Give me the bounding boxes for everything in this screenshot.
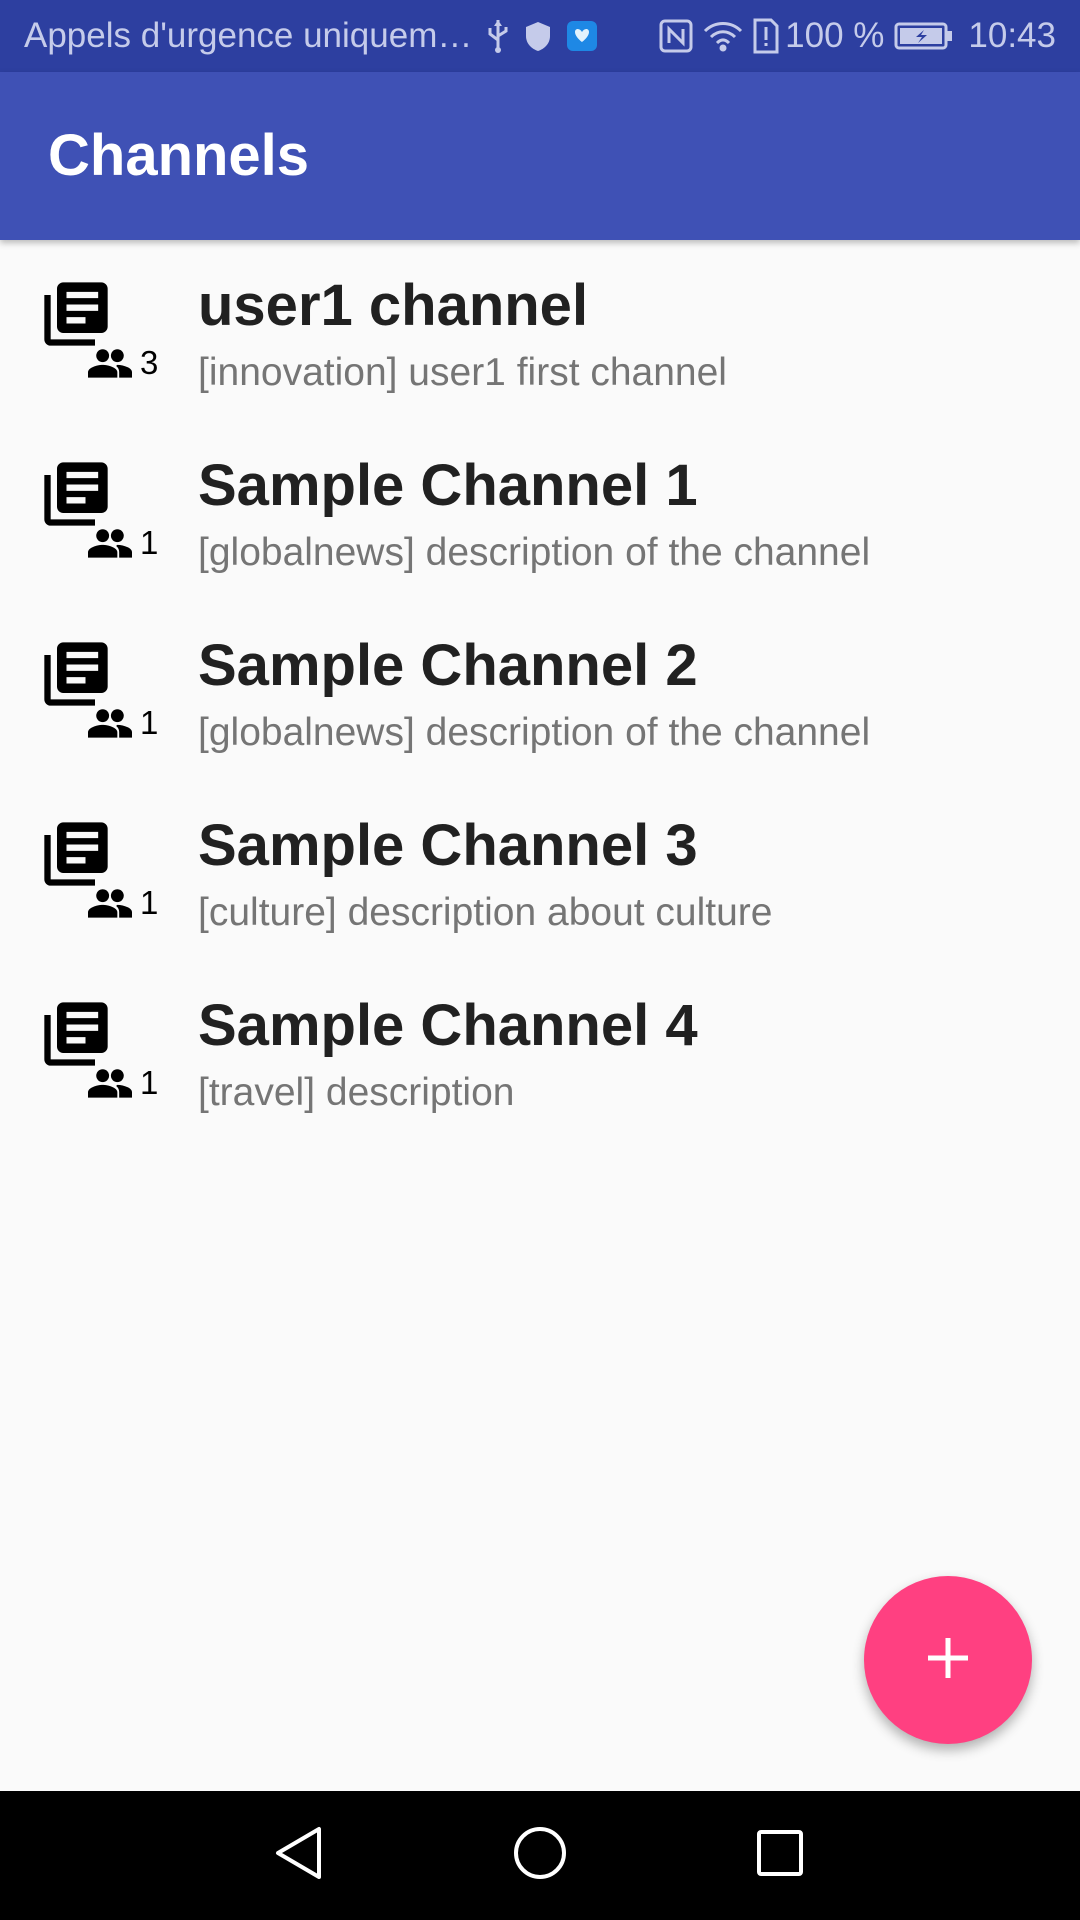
member-count-value: 3 [140, 344, 159, 381]
status-bar: Appels d'urgence uniquem… 100 % 10:43 [0, 0, 1080, 72]
channel-title: Sample Channel 4 [198, 993, 698, 1058]
people-icon [88, 528, 132, 558]
channel-list-item[interactable]: 1 Sample Channel 4 [travel] description [0, 960, 1080, 1140]
system-nav-bar [0, 1791, 1080, 1920]
status-right: 100 % 10:43 [649, 16, 1056, 56]
library-books-icon [38, 276, 114, 352]
channel-title: Sample Channel 3 [198, 813, 698, 878]
channel-list-item[interactable]: 3 user1 channel [innovation] user1 first… [0, 240, 1080, 420]
status-left: Appels d'urgence uniquem… [24, 16, 649, 56]
library-books-icon [38, 996, 114, 1072]
battery-charging-icon [894, 21, 954, 51]
library-books-icon [38, 636, 114, 712]
member-count-value: 1 [140, 704, 159, 741]
channel-title: Sample Channel 1 [198, 453, 698, 518]
page-title: Channels [48, 123, 310, 188]
member-count: 1 [88, 706, 158, 739]
library-books-icon [38, 456, 114, 532]
back-button[interactable] [229, 1791, 369, 1920]
shield-icon [524, 20, 552, 52]
channel-list-item[interactable]: 1 Sample Channel 3 [culture] description… [0, 780, 1080, 960]
sim-alert-icon [753, 18, 779, 54]
app-notification-icon [566, 20, 598, 52]
back-triangle-icon [273, 1825, 325, 1886]
clock: 10:43 [968, 16, 1056, 55]
channel-description: [globalnews] description of the channel [198, 531, 871, 574]
wifi-icon [703, 19, 743, 53]
channel-description: [travel] description [198, 1071, 515, 1114]
home-button[interactable] [470, 1791, 610, 1920]
member-count: 1 [88, 526, 158, 559]
channel-list-item[interactable]: 1 Sample Channel 1 [globalnews] descript… [0, 420, 1080, 600]
people-icon [88, 1068, 132, 1098]
library-books-icon [38, 816, 114, 892]
people-icon [88, 708, 132, 738]
nfc-icon [659, 19, 693, 53]
channel-description: [globalnews] description of the channel [198, 711, 871, 754]
usb-icon [486, 18, 510, 54]
battery-percent: 100 % [785, 16, 885, 55]
channel-title: Sample Channel 2 [198, 633, 698, 698]
channel-list-item[interactable]: 1 Sample Channel 2 [globalnews] descript… [0, 600, 1080, 780]
member-count-value: 1 [140, 524, 159, 561]
app-bar: Channels [0, 72, 1080, 240]
channel-description: [culture] description about culture [198, 891, 773, 934]
recents-button[interactable] [710, 1791, 850, 1920]
channel-title: user1 channel [198, 273, 589, 338]
add-channel-button[interactable] [864, 1576, 1032, 1744]
people-icon [88, 888, 132, 918]
member-count: 1 [88, 1066, 158, 1099]
member-count: 3 [88, 346, 158, 379]
member-count: 1 [88, 886, 158, 919]
member-count-value: 1 [140, 1064, 159, 1101]
recents-square-icon [756, 1829, 804, 1882]
plus-icon [924, 1634, 972, 1687]
people-icon [88, 348, 132, 378]
member-count-value: 1 [140, 884, 159, 921]
channel-description: [innovation] user1 first channel [198, 351, 727, 394]
carrier-text: Appels d'urgence uniquem… [24, 16, 473, 55]
home-circle-icon [512, 1825, 568, 1886]
channel-list: 3 user1 channel [innovation] user1 first… [0, 240, 1080, 1140]
